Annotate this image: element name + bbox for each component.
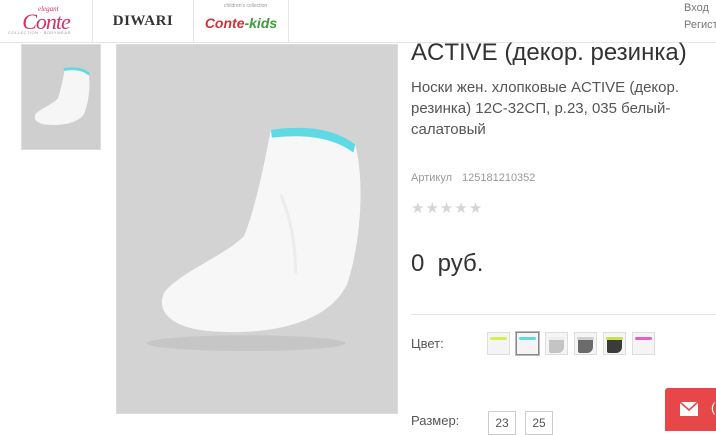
product-main-image[interactable] bbox=[116, 44, 398, 414]
brand-kids-name-part2: -kids bbox=[244, 15, 278, 31]
contact-button[interactable]: ( bbox=[665, 388, 716, 431]
product-thumbnail[interactable] bbox=[21, 44, 101, 150]
rating-stars[interactable]: ★ ★ ★ ★ ★ bbox=[411, 200, 482, 218]
brand-conte-logo[interactable]: elegant Conte COLLECTION · BODYWEAR bbox=[0, 0, 93, 42]
size-label: Размер: bbox=[411, 413, 460, 428]
size-option[interactable]: 25 bbox=[525, 411, 553, 435]
color-swatch[interactable] bbox=[603, 332, 626, 355]
star-icon[interactable]: ★ bbox=[411, 200, 424, 218]
brand-diwari-logo[interactable]: DIWARI bbox=[93, 0, 194, 42]
brand-kids-name-part1: Conte bbox=[204, 15, 245, 31]
brand-conte-kids-logo[interactable]: children's collection Conte-kids bbox=[194, 0, 289, 42]
contact-more-glyph: ( bbox=[711, 400, 716, 415]
star-icon[interactable]: ★ bbox=[440, 200, 453, 218]
color-swatches bbox=[487, 331, 655, 356]
sku-label: Артикул bbox=[411, 172, 453, 184]
star-icon[interactable]: ★ bbox=[469, 200, 482, 218]
color-label: Цвет: bbox=[411, 336, 444, 351]
brand-diwari-name: DIWARI bbox=[112, 12, 174, 29]
color-swatch[interactable] bbox=[545, 332, 568, 355]
color-swatch[interactable] bbox=[574, 332, 597, 355]
color-swatch-selected[interactable] bbox=[515, 331, 540, 356]
size-option[interactable]: 23 bbox=[488, 411, 516, 435]
product-title: ACTIVE (декор. резинка) bbox=[411, 39, 687, 66]
star-icon[interactable]: ★ bbox=[454, 200, 467, 218]
color-swatch[interactable] bbox=[632, 332, 655, 355]
divider bbox=[411, 314, 716, 315]
register-link[interactable]: Регист bbox=[684, 19, 716, 31]
login-link[interactable]: Вход bbox=[684, 2, 709, 14]
brand-conte-tagline: COLLECTION · BODYWEAR bbox=[8, 30, 71, 35]
product-price: 0 руб. bbox=[411, 250, 484, 277]
brand-kids-small: children's collection bbox=[224, 3, 268, 9]
envelope-icon bbox=[679, 401, 699, 416]
star-icon[interactable]: ★ bbox=[425, 200, 438, 218]
color-swatch[interactable] bbox=[487, 332, 510, 355]
sku-value: 125181210352 bbox=[462, 172, 536, 184]
size-options: 23 25 bbox=[488, 411, 553, 435]
site-header: elegant Conte COLLECTION · BODYWEAR DIWA… bbox=[0, 0, 716, 43]
sock-image bbox=[146, 127, 361, 352]
product-description: Носки жен. хлопковые ACTIVE (декор. рези… bbox=[411, 79, 680, 138]
brand-conte-small: elegant bbox=[38, 5, 59, 13]
brand-kids-name: Conte-kids bbox=[205, 15, 277, 31]
sock-thumbnail-image bbox=[34, 67, 90, 125]
